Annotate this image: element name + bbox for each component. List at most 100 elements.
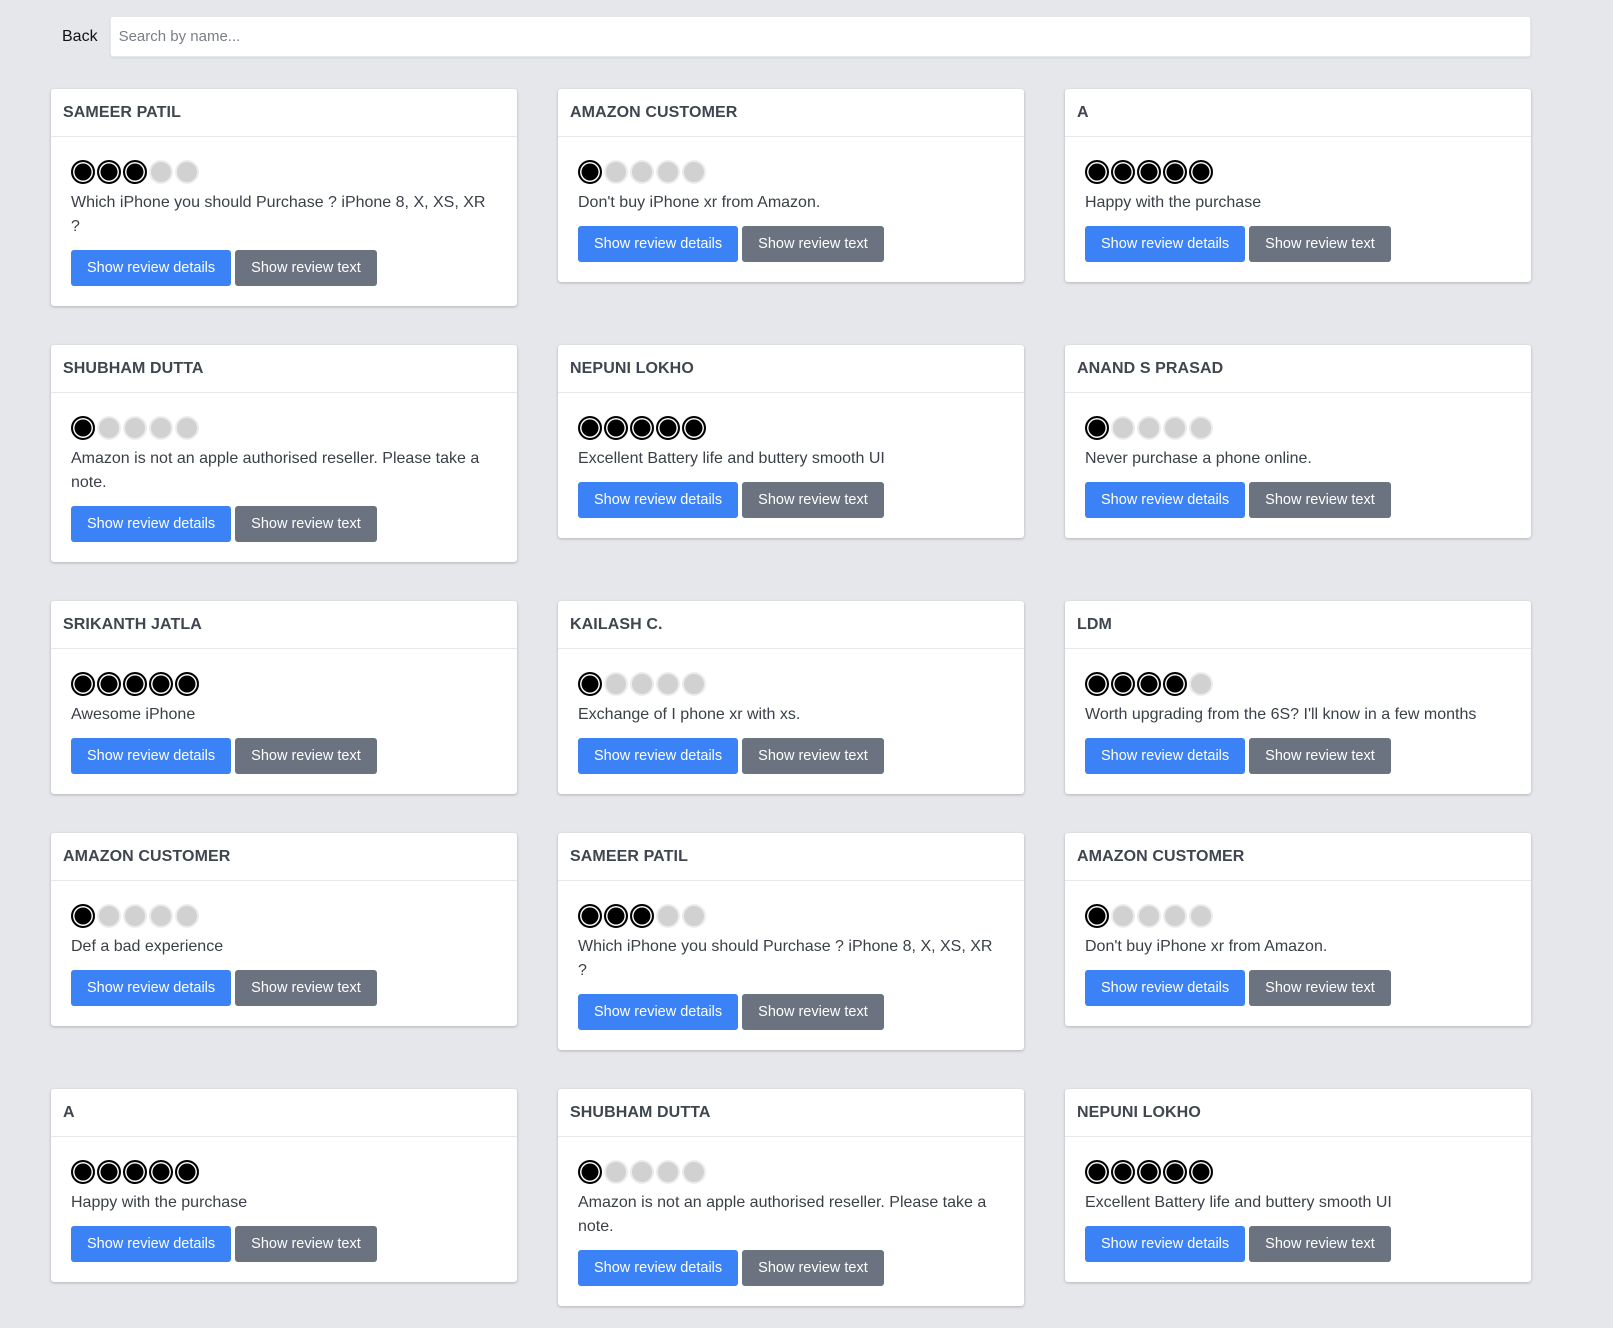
show-review-text-button[interactable]: Show review text xyxy=(1249,482,1391,518)
show-review-text-button[interactable]: Show review text xyxy=(742,482,884,518)
card-actions: Show review details Show review text xyxy=(71,1226,497,1262)
reviewer-name: Srikanth Jatla xyxy=(51,601,517,649)
show-review-text-button[interactable]: Show review text xyxy=(742,738,884,774)
star-rating xyxy=(71,414,497,442)
star-rating xyxy=(578,1158,1004,1186)
star-empty-icon xyxy=(97,904,121,928)
card-body: Amazon is not an apple authorised resell… xyxy=(51,393,517,562)
review-card: A Happy with the purchase Show review de… xyxy=(51,1089,517,1282)
show-review-details-button[interactable]: Show review details xyxy=(1085,1226,1246,1262)
star-rating xyxy=(578,414,1004,442)
star-filled-icon xyxy=(1137,160,1161,184)
star-filled-icon xyxy=(71,1160,95,1184)
show-review-details-button[interactable]: Show review details xyxy=(71,970,232,1006)
star-empty-icon xyxy=(1137,904,1161,928)
show-review-text-button[interactable]: Show review text xyxy=(742,994,884,1030)
star-filled-icon xyxy=(1111,672,1135,696)
review-card: Anand S Prasad Never purchase a phone on… xyxy=(1065,345,1531,538)
review-title: Excellent Battery life and buttery smoot… xyxy=(578,450,885,467)
review-card: Amazon Customer Don't buy iPhone xr from… xyxy=(558,89,1024,282)
show-review-details-button[interactable]: Show review details xyxy=(578,482,739,518)
show-review-details-button[interactable]: Show review details xyxy=(71,506,232,542)
star-empty-icon xyxy=(682,672,706,696)
star-empty-icon xyxy=(1111,416,1135,440)
review-card: LDM Worth upgrading from the 6S? I'll kn… xyxy=(1065,601,1531,794)
review-title: Amazon is not an apple authorised resell… xyxy=(71,450,480,491)
card-body: Excellent Battery life and buttery smoot… xyxy=(558,393,1024,538)
star-empty-icon xyxy=(1189,672,1213,696)
show-review-text-button[interactable]: Show review text xyxy=(235,738,377,774)
star-empty-icon xyxy=(175,904,199,928)
star-empty-icon xyxy=(123,416,147,440)
back-button[interactable]: Back xyxy=(62,28,98,46)
card-body: Happy with the purchase Show review deta… xyxy=(51,1137,517,1282)
star-filled-icon xyxy=(1189,1160,1213,1184)
review-title: Don't buy iPhone xr from Amazon. xyxy=(1085,938,1328,955)
show-review-details-button[interactable]: Show review details xyxy=(71,738,232,774)
star-empty-icon xyxy=(97,416,121,440)
review-title: Awesome iPhone xyxy=(71,706,196,723)
review-title: Amazon is not an apple authorised resell… xyxy=(578,1194,987,1235)
show-review-text-button[interactable]: Show review text xyxy=(235,1226,377,1262)
star-empty-icon xyxy=(682,904,706,928)
reviewer-name: Anand S Prasad xyxy=(1065,345,1531,393)
show-review-text-button[interactable]: Show review text xyxy=(1249,226,1391,262)
star-filled-icon xyxy=(71,672,95,696)
star-filled-icon xyxy=(149,1160,173,1184)
show-review-text-button[interactable]: Show review text xyxy=(235,970,377,1006)
review-card: Nepuni Lokho Excellent Battery life and … xyxy=(558,345,1024,538)
review-card: Srikanth Jatla Awesome iPhone Show revie… xyxy=(51,601,517,794)
star-filled-icon xyxy=(578,1160,602,1184)
show-review-details-button[interactable]: Show review details xyxy=(578,226,739,262)
reviewer-name: Sameer Patil xyxy=(558,833,1024,881)
star-empty-icon xyxy=(1137,416,1161,440)
star-filled-icon xyxy=(1163,672,1187,696)
star-filled-icon xyxy=(1111,160,1135,184)
show-review-text-button[interactable]: Show review text xyxy=(1249,970,1391,1006)
review-card: Kailash C. Exchange of I phone xr with x… xyxy=(558,601,1024,794)
review-card: Nepuni Lokho Excellent Battery life and … xyxy=(1065,1089,1531,1282)
show-review-details-button[interactable]: Show review details xyxy=(578,738,739,774)
star-empty-icon xyxy=(149,904,173,928)
star-empty-icon xyxy=(656,672,680,696)
card-actions: Show review details Show review text xyxy=(578,226,1004,262)
star-filled-icon xyxy=(97,672,121,696)
show-review-details-button[interactable]: Show review details xyxy=(578,1250,739,1286)
star-filled-icon xyxy=(175,1160,199,1184)
top-bar: Back xyxy=(62,16,1531,57)
show-review-details-button[interactable]: Show review details xyxy=(1085,970,1246,1006)
star-empty-icon xyxy=(682,1160,706,1184)
star-rating xyxy=(1085,414,1511,442)
show-review-text-button[interactable]: Show review text xyxy=(742,226,884,262)
star-empty-icon xyxy=(604,1160,628,1184)
show-review-details-button[interactable]: Show review details xyxy=(1085,226,1246,262)
show-review-details-button[interactable]: Show review details xyxy=(71,1226,232,1262)
show-review-details-button[interactable]: Show review details xyxy=(71,250,232,286)
star-empty-icon xyxy=(630,1160,654,1184)
star-filled-icon xyxy=(578,904,602,928)
show-review-text-button[interactable]: Show review text xyxy=(742,1250,884,1286)
card-actions: Show review details Show review text xyxy=(578,738,1004,774)
reviewer-name: Kailash C. xyxy=(558,601,1024,649)
search-input[interactable] xyxy=(109,16,1531,57)
review-card: Shubham Dutta Amazon is not an apple aut… xyxy=(51,345,517,562)
show-review-text-button[interactable]: Show review text xyxy=(1249,738,1391,774)
card-actions: Show review details Show review text xyxy=(1085,226,1511,262)
review-grid: Sameer Patil Which iPhone you should Pur… xyxy=(51,89,1531,1306)
show-review-text-button[interactable]: Show review text xyxy=(235,506,377,542)
show-review-details-button[interactable]: Show review details xyxy=(1085,738,1246,774)
review-title: Happy with the purchase xyxy=(1085,194,1262,211)
star-empty-icon xyxy=(1189,416,1213,440)
star-empty-icon xyxy=(1163,904,1187,928)
star-filled-icon xyxy=(578,672,602,696)
star-rating xyxy=(1085,1158,1511,1186)
star-empty-icon xyxy=(123,904,147,928)
review-title: Excellent Battery life and buttery smoot… xyxy=(1085,1194,1392,1211)
star-filled-icon xyxy=(1085,672,1109,696)
show-review-details-button[interactable]: Show review details xyxy=(1085,482,1246,518)
card-body: Don't buy iPhone xr from Amazon. Show re… xyxy=(1065,881,1531,1026)
show-review-text-button[interactable]: Show review text xyxy=(1249,1226,1391,1262)
card-body: Never purchase a phone online. Show revi… xyxy=(1065,393,1531,538)
show-review-details-button[interactable]: Show review details xyxy=(578,994,739,1030)
show-review-text-button[interactable]: Show review text xyxy=(235,250,377,286)
